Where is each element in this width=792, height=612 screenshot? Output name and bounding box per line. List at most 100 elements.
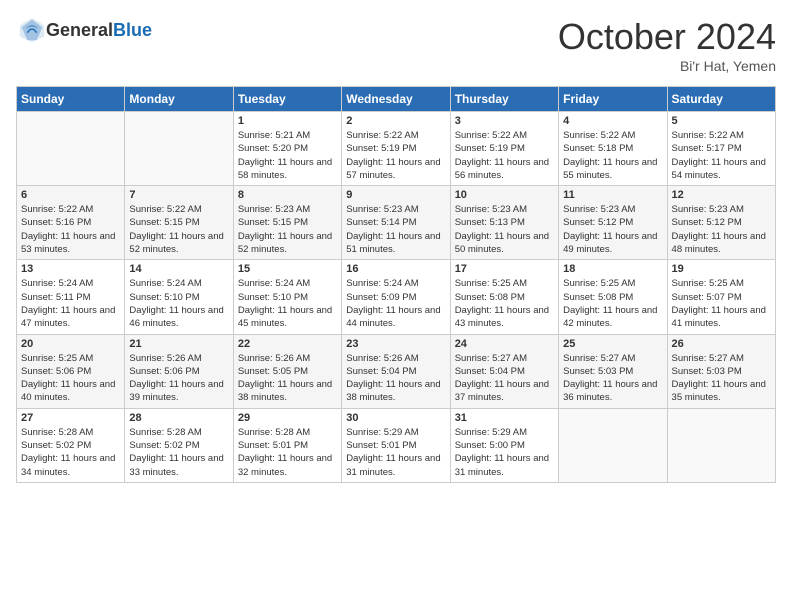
day-of-week-header: Sunday bbox=[17, 87, 125, 112]
calendar-cell: 18Sunrise: 5:25 AMSunset: 5:08 PMDayligh… bbox=[559, 260, 667, 334]
calendar-cell: 17 Sunrise: 5:25 AMSunset: 5:08 PMDayligh… bbox=[450, 260, 558, 334]
day-number: 7 bbox=[129, 189, 228, 201]
calendar-cell: 1 Sunrise: 5:21 AMSunset: 5:20 PMDaylight… bbox=[233, 112, 341, 186]
day-of-week-header: Thursday bbox=[450, 87, 558, 112]
day-detail: Sunrise: 5:25 AMSunset: 5:08 PMDaylight:… bbox=[563, 277, 662, 330]
day-number: 19 bbox=[672, 263, 771, 275]
day-number: 1 bbox=[238, 115, 337, 127]
calendar-cell: 31 Sunrise: 5:29 AMSunset: 5:00 PMDayligh… bbox=[450, 408, 558, 482]
day-detail: Sunrise: 5:28 AMSunset: 5:02 PMDaylight:… bbox=[21, 426, 120, 479]
day-number: 6 bbox=[21, 189, 120, 201]
day-detail: Sunrise: 5:22 AMSunset: 5:18 PMDaylight:… bbox=[563, 129, 662, 182]
day-number: 17 bbox=[455, 263, 554, 275]
calendar-cell: 3 Sunrise: 5:22 AMSunset: 5:19 PMDaylight… bbox=[450, 112, 558, 186]
day-number: 25 bbox=[563, 338, 662, 350]
day-detail: Sunrise: 5:23 AMSunset: 5:12 PMDaylight:… bbox=[563, 203, 662, 256]
calendar-cell: 28 Sunrise: 5:28 AMSunset: 5:02 PMDayligh… bbox=[125, 408, 233, 482]
day-number: 9 bbox=[346, 189, 445, 201]
calendar-cell: 14Sunrise: 5:24 AMSunset: 5:10 PMDayligh… bbox=[125, 260, 233, 334]
day-number: 4 bbox=[563, 115, 662, 127]
day-number: 23 bbox=[346, 338, 445, 350]
day-number: 10 bbox=[455, 189, 554, 201]
calendar-week-row: 27Sunrise: 5:28 AMSunset: 5:02 PMDayligh… bbox=[17, 408, 776, 482]
day-number: 15 bbox=[238, 263, 337, 275]
day-detail: Sunrise: 5:23 AMSunset: 5:12 PMDaylight:… bbox=[672, 203, 771, 256]
day-detail: Sunrise: 5:23 AMSunset: 5:15 PMDaylight:… bbox=[238, 203, 337, 256]
logo-blue: Blue bbox=[113, 20, 152, 40]
calendar-cell: 21 Sunrise: 5:26 AMSunset: 5:06 PMDayligh… bbox=[125, 334, 233, 408]
logo-general: General bbox=[46, 20, 113, 40]
calendar-cell: 12 Sunrise: 5:23 AMSunset: 5:12 PMDayligh… bbox=[667, 186, 775, 260]
calendar-cell: 23 Sunrise: 5:26 AMSunset: 5:04 PMDayligh… bbox=[342, 334, 450, 408]
day-detail: Sunrise: 5:21 AMSunset: 5:20 PMDaylight:… bbox=[238, 129, 337, 182]
day-number: 11 bbox=[563, 189, 662, 201]
calendar-week-row: 20 Sunrise: 5:25 AMSunset: 5:06 PMDayligh… bbox=[17, 334, 776, 408]
day-detail: Sunrise: 5:23 AMSunset: 5:13 PMDaylight:… bbox=[455, 203, 554, 256]
day-detail: Sunrise: 5:22 AMSunset: 5:19 PMDaylight:… bbox=[346, 129, 445, 182]
calendar-cell: 22Sunrise: 5:26 AMSunset: 5:05 PMDayligh… bbox=[233, 334, 341, 408]
calendar-cell: 16 Sunrise: 5:24 AMSunset: 5:09 PMDayligh… bbox=[342, 260, 450, 334]
calendar-header-row: SundayMondayTuesdayWednesdayThursdayFrid… bbox=[17, 87, 776, 112]
day-number: 22 bbox=[238, 338, 337, 350]
calendar-table: SundayMondayTuesdayWednesdayThursdayFrid… bbox=[16, 86, 776, 483]
calendar-cell bbox=[667, 408, 775, 482]
day-detail: Sunrise: 5:29 AMSunset: 5:01 PMDaylight:… bbox=[346, 426, 445, 479]
day-number: 21 bbox=[129, 338, 228, 350]
day-number: 30 bbox=[346, 412, 445, 424]
calendar-cell: 2 Sunrise: 5:22 AMSunset: 5:19 PMDaylight… bbox=[342, 112, 450, 186]
day-number: 3 bbox=[455, 115, 554, 127]
day-of-week-header: Friday bbox=[559, 87, 667, 112]
calendar-cell: 29Sunrise: 5:28 AMSunset: 5:01 PMDayligh… bbox=[233, 408, 341, 482]
day-number: 28 bbox=[129, 412, 228, 424]
day-number: 5 bbox=[672, 115, 771, 127]
location: Bi'r Hat, Yemen bbox=[558, 58, 776, 74]
day-detail: Sunrise: 5:24 AMSunset: 5:09 PMDaylight:… bbox=[346, 277, 445, 330]
day-number: 20 bbox=[21, 338, 120, 350]
day-number: 16 bbox=[346, 263, 445, 275]
calendar-cell: 6Sunrise: 5:22 AMSunset: 5:16 PMDaylight… bbox=[17, 186, 125, 260]
calendar-cell: 10 Sunrise: 5:23 AMSunset: 5:13 PMDayligh… bbox=[450, 186, 558, 260]
calendar-cell: 20 Sunrise: 5:25 AMSunset: 5:06 PMDayligh… bbox=[17, 334, 125, 408]
calendar-cell: 27Sunrise: 5:28 AMSunset: 5:02 PMDayligh… bbox=[17, 408, 125, 482]
calendar-cell bbox=[559, 408, 667, 482]
day-of-week-header: Saturday bbox=[667, 87, 775, 112]
day-detail: Sunrise: 5:24 AMSunset: 5:11 PMDaylight:… bbox=[21, 277, 120, 330]
calendar-cell: 26Sunrise: 5:27 AMSunset: 5:03 PMDayligh… bbox=[667, 334, 775, 408]
day-detail: Sunrise: 5:22 AMSunset: 5:15 PMDaylight:… bbox=[129, 203, 228, 256]
day-of-week-header: Monday bbox=[125, 87, 233, 112]
day-detail: Sunrise: 5:29 AMSunset: 5:00 PMDaylight:… bbox=[455, 426, 554, 479]
calendar-cell bbox=[125, 112, 233, 186]
calendar-cell bbox=[17, 112, 125, 186]
day-detail: Sunrise: 5:23 AMSunset: 5:14 PMDaylight:… bbox=[346, 203, 445, 256]
day-detail: Sunrise: 5:25 AMSunset: 5:06 PMDaylight:… bbox=[21, 352, 120, 405]
calendar-cell: 13Sunrise: 5:24 AMSunset: 5:11 PMDayligh… bbox=[17, 260, 125, 334]
day-number: 8 bbox=[238, 189, 337, 201]
calendar-cell: 8 Sunrise: 5:23 AMSunset: 5:15 PMDaylight… bbox=[233, 186, 341, 260]
day-detail: Sunrise: 5:22 AMSunset: 5:19 PMDaylight:… bbox=[455, 129, 554, 182]
day-detail: Sunrise: 5:26 AMSunset: 5:04 PMDaylight:… bbox=[346, 352, 445, 405]
calendar-cell: 15Sunrise: 5:24 AMSunset: 5:10 PMDayligh… bbox=[233, 260, 341, 334]
calendar-week-row: 6Sunrise: 5:22 AMSunset: 5:16 PMDaylight… bbox=[17, 186, 776, 260]
day-detail: Sunrise: 5:27 AMSunset: 5:03 PMDaylight:… bbox=[563, 352, 662, 405]
day-number: 31 bbox=[455, 412, 554, 424]
day-detail: Sunrise: 5:28 AMSunset: 5:02 PMDaylight:… bbox=[129, 426, 228, 479]
day-of-week-header: Tuesday bbox=[233, 87, 341, 112]
logo: GeneralBlue bbox=[16, 16, 152, 44]
calendar-cell: 19Sunrise: 5:25 AMSunset: 5:07 PMDayligh… bbox=[667, 260, 775, 334]
day-number: 29 bbox=[238, 412, 337, 424]
day-number: 14 bbox=[129, 263, 228, 275]
calendar-body: 1 Sunrise: 5:21 AMSunset: 5:20 PMDaylight… bbox=[17, 112, 776, 483]
logo-icon bbox=[18, 16, 46, 44]
calendar-week-row: 13Sunrise: 5:24 AMSunset: 5:11 PMDayligh… bbox=[17, 260, 776, 334]
day-number: 12 bbox=[672, 189, 771, 201]
day-number: 2 bbox=[346, 115, 445, 127]
day-detail: Sunrise: 5:26 AMSunset: 5:06 PMDaylight:… bbox=[129, 352, 228, 405]
calendar-cell: 25 Sunrise: 5:27 AMSunset: 5:03 PMDayligh… bbox=[559, 334, 667, 408]
title-block: October 2024 Bi'r Hat, Yemen bbox=[558, 16, 776, 74]
day-detail: Sunrise: 5:25 AMSunset: 5:08 PMDaylight:… bbox=[455, 277, 554, 330]
calendar-cell: 24Sunrise: 5:27 AMSunset: 5:04 PMDayligh… bbox=[450, 334, 558, 408]
day-of-week-header: Wednesday bbox=[342, 87, 450, 112]
calendar-cell: 30 Sunrise: 5:29 AMSunset: 5:01 PMDayligh… bbox=[342, 408, 450, 482]
day-detail: Sunrise: 5:22 AMSunset: 5:17 PMDaylight:… bbox=[672, 129, 771, 182]
month-title: October 2024 bbox=[558, 16, 776, 58]
